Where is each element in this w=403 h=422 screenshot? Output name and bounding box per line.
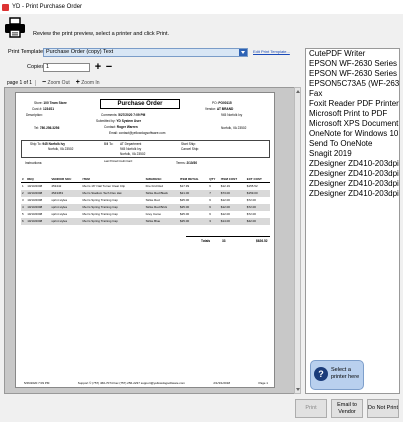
decrease-copies-button[interactable]: − — [104, 62, 114, 73]
increase-copies-button[interactable]: + — [93, 62, 103, 73]
print-preview: Purchase Order Store: 100 Team Store Cus… — [4, 87, 295, 394]
printer-item[interactable]: ZDesigner ZD410-203dpi — [306, 189, 399, 199]
printer-item[interactable]: Fax — [306, 89, 399, 99]
po-page: Purchase Order Store: 100 Team Store Cus… — [15, 92, 275, 388]
po-number: PO00115 — [218, 101, 232, 105]
email-vendor-button[interactable]: Email to Vendor — [331, 399, 363, 418]
printer-icon — [5, 17, 25, 38]
printer-item[interactable]: Microsoft Print to PDF — [306, 109, 399, 119]
title-bar: YD - Print Purchase Order — [0, 0, 403, 14]
table-row: 3 10/10/2008 sprint styles Men's Spring Tra… — [22, 198, 256, 202]
preview-toolbar: page 1 of 1 − Zoom Out + Zoom In — [4, 78, 300, 87]
zoom-in-button[interactable]: + Zoom In — [76, 79, 100, 86]
copies-label: Copies — [27, 64, 45, 70]
printer-list[interactable]: CutePDF Writer EPSON WF-2630 Series EPSO… — [305, 48, 400, 394]
plus-icon: + — [75, 79, 80, 86]
chevron-down-icon[interactable] — [239, 49, 247, 56]
preview-scrollbar[interactable] — [294, 87, 301, 394]
store-value: 100 Team Store — [43, 101, 67, 105]
print-po-window: YD - Print Purchase Order Review the pri… — [0, 0, 403, 422]
tel-value: 780.256.3256 — [39, 126, 60, 130]
totals-cost: $626.52 — [256, 239, 268, 243]
printer-item[interactable]: ZDesigner ZD410-203dpi — [306, 159, 399, 169]
minus-icon: − — [42, 79, 47, 86]
zoom-out-button[interactable]: − Zoom Out — [42, 79, 70, 86]
description-label: Description: — [26, 113, 43, 117]
page-indicator: page 1 of 1 — [4, 79, 37, 86]
print-button[interactable]: Print — [295, 399, 327, 418]
table-row: 2 10/10/2008 4543453 Men's Stadium Tech Fle… — [21, 189, 270, 197]
app-icon — [2, 3, 9, 11]
window-title: YD - Print Purchase Order — [12, 4, 83, 10]
customer-value: 1234S1 — [43, 107, 54, 111]
instructions-text: Review the print preview, select a print… — [33, 31, 170, 37]
scroll-down-icon[interactable] — [296, 388, 300, 391]
scroll-up-icon[interactable] — [296, 90, 300, 93]
edit-template-link[interactable]: Edit Print Template... — [253, 49, 290, 54]
table-row: 6 10/10/2008 sprint styles Men's Spring Tra… — [21, 217, 270, 225]
po-title: Purchase Order — [100, 99, 180, 109]
printer-item[interactable]: Foxit Reader PDF Printer — [306, 99, 399, 109]
template-dropdown[interactable]: Purchase Order (copy) Text — [43, 48, 248, 57]
do-not-print-button[interactable]: Do Not Print — [367, 399, 399, 418]
table-row: 5 10/10/2008 sprint styles Men's Spring Tra… — [22, 212, 256, 216]
printer-item[interactable]: ZDesigner ZD410-203dpi — [306, 179, 399, 189]
printer-item[interactable]: Microsoft XPS Document — [306, 119, 399, 129]
page-footer: 5/26/2020 7:09 PM Support © (757) 460-70… — [24, 381, 268, 385]
table-row: 4 10/10/2008 sprint styles Men's Spring Tra… — [21, 203, 270, 211]
copies-input[interactable]: 1 — [43, 63, 90, 72]
printer-item[interactable]: CutePDF Writer — [306, 49, 399, 59]
totals-rule — [186, 236, 270, 237]
table-row: 1 10/10/2008 453442 Men's 16" Nail Turner C… — [22, 184, 258, 189]
totals-label: Totals — [201, 239, 211, 243]
template-label: Print Template — [8, 49, 44, 55]
printer-item[interactable]: ZDesigner ZD410-203dpi — [306, 169, 399, 179]
printer-item[interactable]: OneNote for Windows 10 — [306, 129, 399, 139]
po-items-table: # REQ VENDOR SKU ITEM SIZE/DESC ITEM RET… — [21, 176, 270, 225]
totals-qty: 33 — [222, 239, 226, 243]
template-selected: Purchase Order (copy) Text — [46, 49, 114, 55]
printer-item[interactable]: EPSON WF-2630 Series — [306, 59, 399, 69]
question-icon: ? — [314, 367, 328, 381]
printer-item[interactable]: EPSON5C73A5 (WF-2630 — [306, 79, 399, 89]
select-printer-tip: ? Select a printer here — [310, 360, 364, 390]
printer-item[interactable]: EPSON WF-2630 Series (F — [306, 69, 399, 79]
printer-item[interactable]: Snagit 2019 — [306, 149, 399, 159]
printer-item[interactable]: Send To OneNote — [306, 139, 399, 149]
